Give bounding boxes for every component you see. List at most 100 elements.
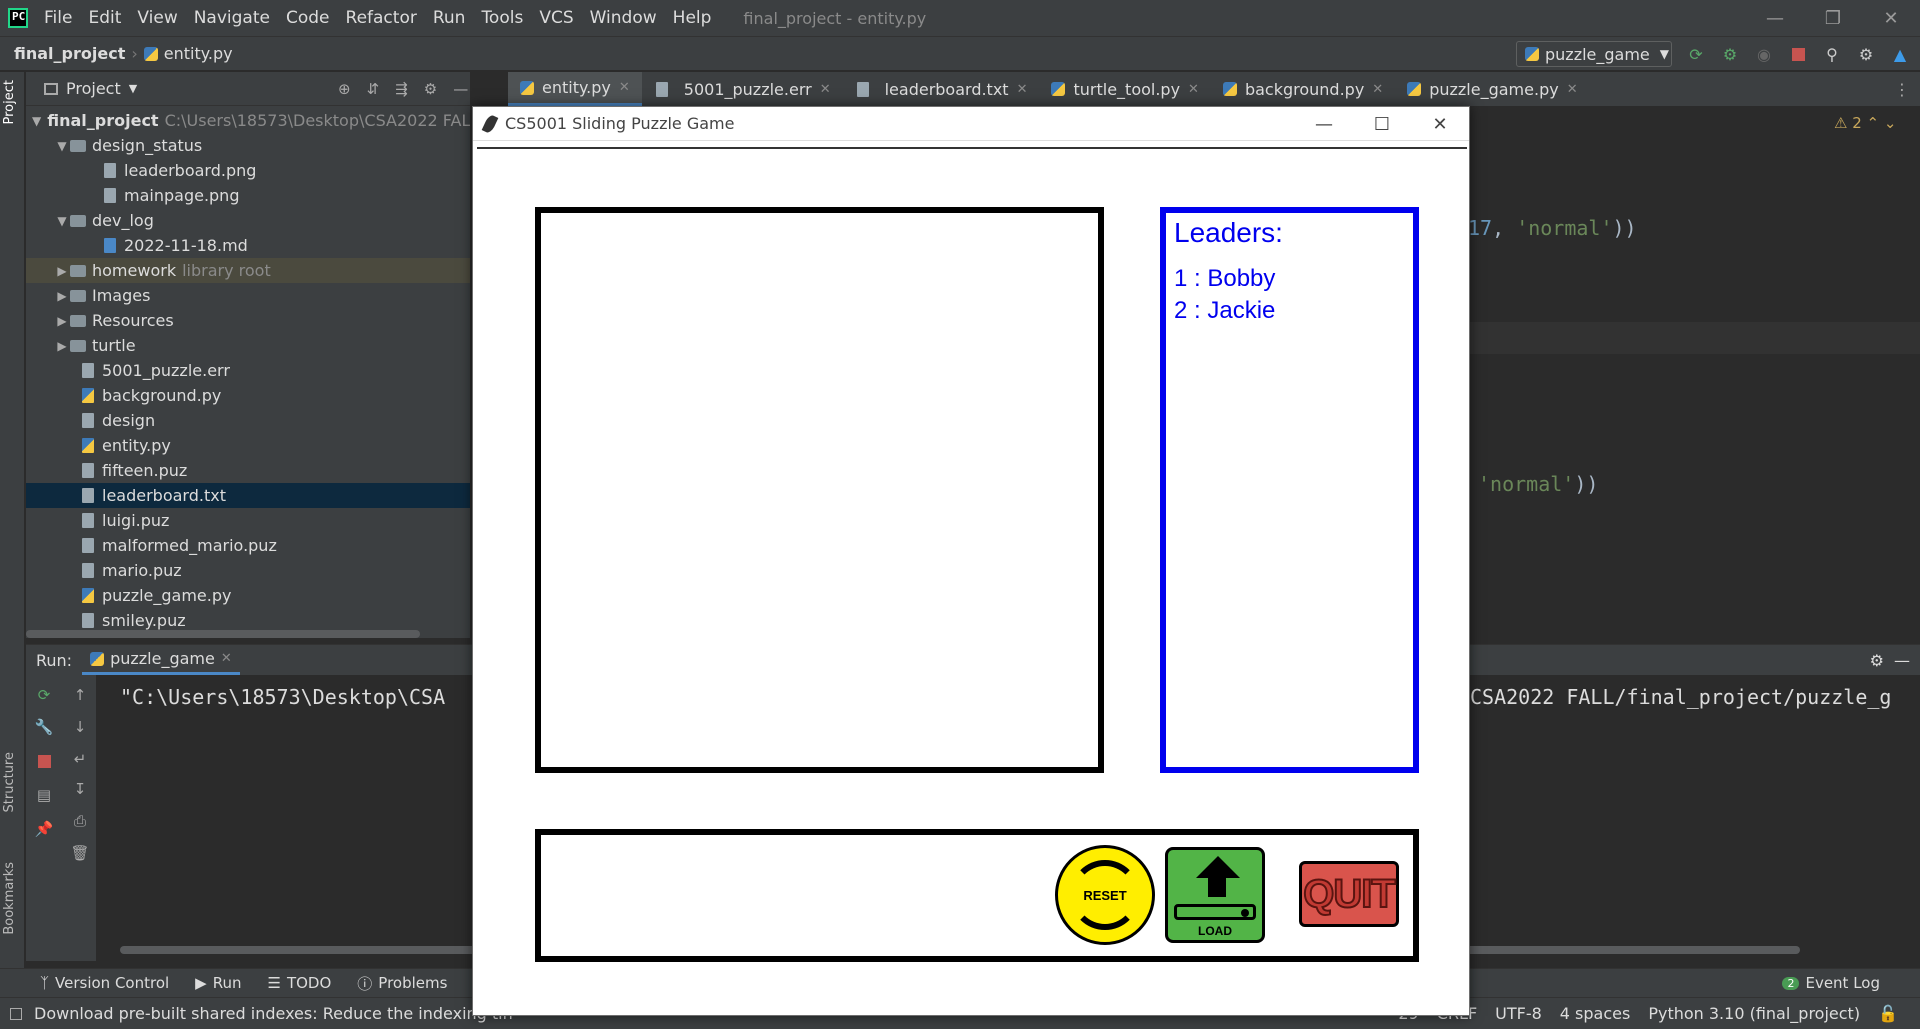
stop-icon[interactable] [34, 751, 54, 771]
menu-edit[interactable]: Edit [80, 0, 129, 36]
menu-help[interactable]: Help [665, 0, 720, 36]
minimize-icon[interactable]: — [1295, 107, 1353, 141]
minimize-icon[interactable]: — [1746, 0, 1804, 36]
chevron-down-icon[interactable]: ▼ [32, 114, 41, 128]
close-tab-icon[interactable]: ✕ [820, 82, 831, 97]
side-tab-structure[interactable]: Structure [2, 752, 17, 812]
tab-background[interactable]: background.py ✕ [1211, 72, 1395, 106]
tree-file[interactable]: fifteen.puz [26, 458, 470, 483]
tree-folder[interactable]: ▶ homework library root [26, 258, 470, 283]
gear-icon[interactable]: ⚙ [1870, 651, 1884, 670]
down-arrow-icon[interactable]: ↓ [70, 717, 90, 737]
expand-all-icon[interactable]: ⇵ [367, 80, 380, 98]
hide-icon[interactable]: — [1894, 651, 1910, 670]
gear-icon[interactable]: ⚙ [424, 80, 437, 98]
side-tab-bookmarks[interactable]: Bookmarks [2, 862, 17, 935]
menu-tools[interactable]: Tools [473, 0, 531, 36]
chevron-right-icon[interactable]: ▶ [54, 264, 70, 278]
event-log[interactable]: 2 Event Log [1782, 974, 1880, 992]
tree-file[interactable]: 2022-11-18.md [26, 233, 470, 258]
wrench-icon[interactable]: 🔧 [34, 717, 54, 737]
restore-icon[interactable]: ❐ [1804, 0, 1862, 36]
menu-view[interactable]: View [129, 0, 185, 36]
lock-icon[interactable]: 🔓 [1878, 1004, 1898, 1023]
locate-icon[interactable]: ⊕ [338, 80, 351, 98]
toolbox-icon[interactable]: ▲ [1890, 45, 1910, 65]
tab-5001-puzzle-err[interactable]: 5001_puzzle.err ✕ [642, 72, 843, 106]
close-icon[interactable]: ✕ [1862, 0, 1920, 36]
stop-icon[interactable] [1788, 45, 1808, 65]
indentation[interactable]: 4 spaces [1560, 1004, 1631, 1023]
console-output[interactable]: "C:\Users\18573\Desktop\CSA [120, 685, 445, 709]
tab-leaderboard[interactable]: leaderboard.txt ✕ [843, 72, 1040, 106]
up-arrow-icon[interactable]: ↑ [70, 685, 90, 705]
quit-button[interactable]: QUIT [1299, 861, 1399, 927]
search-icon[interactable]: ⚲ [1822, 45, 1842, 65]
run-tab-puzzle-game[interactable]: puzzle_game ✕ [82, 645, 240, 675]
tree-file[interactable]: entity.py [26, 433, 470, 458]
tree-file[interactable]: design [26, 408, 470, 433]
load-button[interactable]: LOAD [1165, 847, 1265, 943]
tab-puzzle-game[interactable]: puzzle_game.py ✕ [1395, 72, 1589, 106]
close-icon[interactable]: ✕ [1411, 107, 1469, 141]
menu-refactor[interactable]: Refactor [338, 0, 425, 36]
close-tab-icon[interactable]: ✕ [221, 651, 232, 666]
tab-turtle-tool[interactable]: turtle_tool.py ✕ [1039, 72, 1210, 106]
tree-file[interactable]: background.py [26, 383, 470, 408]
print-icon[interactable]: ⎙ [70, 811, 90, 831]
close-tab-icon[interactable]: ✕ [1188, 82, 1199, 97]
hide-icon[interactable]: — [453, 80, 468, 98]
console-output[interactable]: CSA2022 FALL/final_project/puzzle_g [1470, 685, 1891, 709]
menu-window[interactable]: Window [582, 0, 665, 36]
menu-vcs[interactable]: VCS [531, 0, 581, 36]
file-encoding[interactable]: UTF-8 [1495, 1004, 1542, 1023]
soft-wrap-icon[interactable]: ↵ [70, 749, 90, 769]
tree-folder[interactable]: ▶ turtle [26, 333, 470, 358]
more-tabs-icon[interactable]: ⋮ [1894, 80, 1910, 99]
project-panel-title[interactable]: Project [66, 79, 121, 98]
tree-file[interactable]: mario.puz [26, 558, 470, 583]
close-tab-icon[interactable]: ✕ [1017, 82, 1028, 97]
tree-file[interactable]: malformed_mario.puz [26, 533, 470, 558]
coverage-icon[interactable]: ◉ [1754, 45, 1774, 65]
rerun-icon[interactable]: ⟳ [1686, 45, 1706, 65]
puzzle-board[interactable] [535, 207, 1104, 773]
tree-file[interactable]: luigi.puz [26, 508, 470, 533]
chevron-right-icon[interactable]: ▶ [54, 289, 70, 303]
trash-icon[interactable]: 🗑 [70, 843, 90, 863]
tree-root[interactable]: ▼ final_project C:\Users\18573\Desktop\C… [26, 108, 479, 133]
tree-file[interactable]: leaderboard.png [26, 158, 470, 183]
layout-icon[interactable]: ▤ [34, 785, 54, 805]
menu-navigate[interactable]: Navigate [186, 0, 278, 36]
settings-icon[interactable]: ⚙ [1856, 45, 1876, 65]
chevron-right-icon[interactable]: ▶ [54, 314, 70, 328]
tool-todo[interactable]: ☰ TODO [267, 974, 331, 992]
chevron-right-icon[interactable]: ▶ [54, 339, 70, 353]
breadcrumb-project[interactable]: final_project [14, 44, 125, 63]
rerun-icon[interactable]: ⟳ [34, 685, 54, 705]
debug-icon[interactable]: ⚙ [1720, 45, 1740, 65]
side-tab-project[interactable]: Project [2, 80, 17, 124]
tree-folder[interactable]: ▼ dev_log [26, 208, 470, 233]
breadcrumb-file[interactable]: entity.py [164, 44, 233, 63]
close-tab-icon[interactable]: ✕ [1372, 82, 1383, 97]
chevron-down-icon[interactable]: ▼ [54, 139, 70, 153]
tab-entity[interactable]: entity.py ✕ [508, 72, 642, 106]
chevron-down-icon[interactable]: ▼ [54, 214, 70, 228]
run-configuration-select[interactable]: puzzle_game ▼ [1516, 41, 1672, 67]
pin-icon[interactable]: 📌 [34, 819, 54, 839]
tree-file-selected[interactable]: leaderboard.txt [26, 483, 470, 508]
python-interpreter[interactable]: Python 3.10 (final_project) [1648, 1004, 1860, 1023]
status-message[interactable]: Download pre-built shared indexes: Reduc… [34, 1004, 513, 1023]
menu-code[interactable]: Code [278, 0, 338, 36]
tree-folder[interactable]: ▼ design_status [26, 133, 470, 158]
tree-folder[interactable]: ▶ Images [26, 283, 470, 308]
collapse-all-icon[interactable]: ⇶ [395, 80, 408, 98]
tree-file[interactable]: puzzle_game.py [26, 583, 470, 608]
tree-file[interactable]: mainpage.png [26, 183, 470, 208]
close-tab-icon[interactable]: ✕ [1567, 82, 1578, 97]
warning-indicator[interactable]: ⚠ 2 ⌃ ⌄ [1834, 114, 1896, 132]
reset-button[interactable]: RESET [1055, 845, 1155, 945]
maximize-icon[interactable]: ☐ [1353, 107, 1411, 141]
scroll-to-end-icon[interactable]: ↧ [70, 779, 90, 799]
